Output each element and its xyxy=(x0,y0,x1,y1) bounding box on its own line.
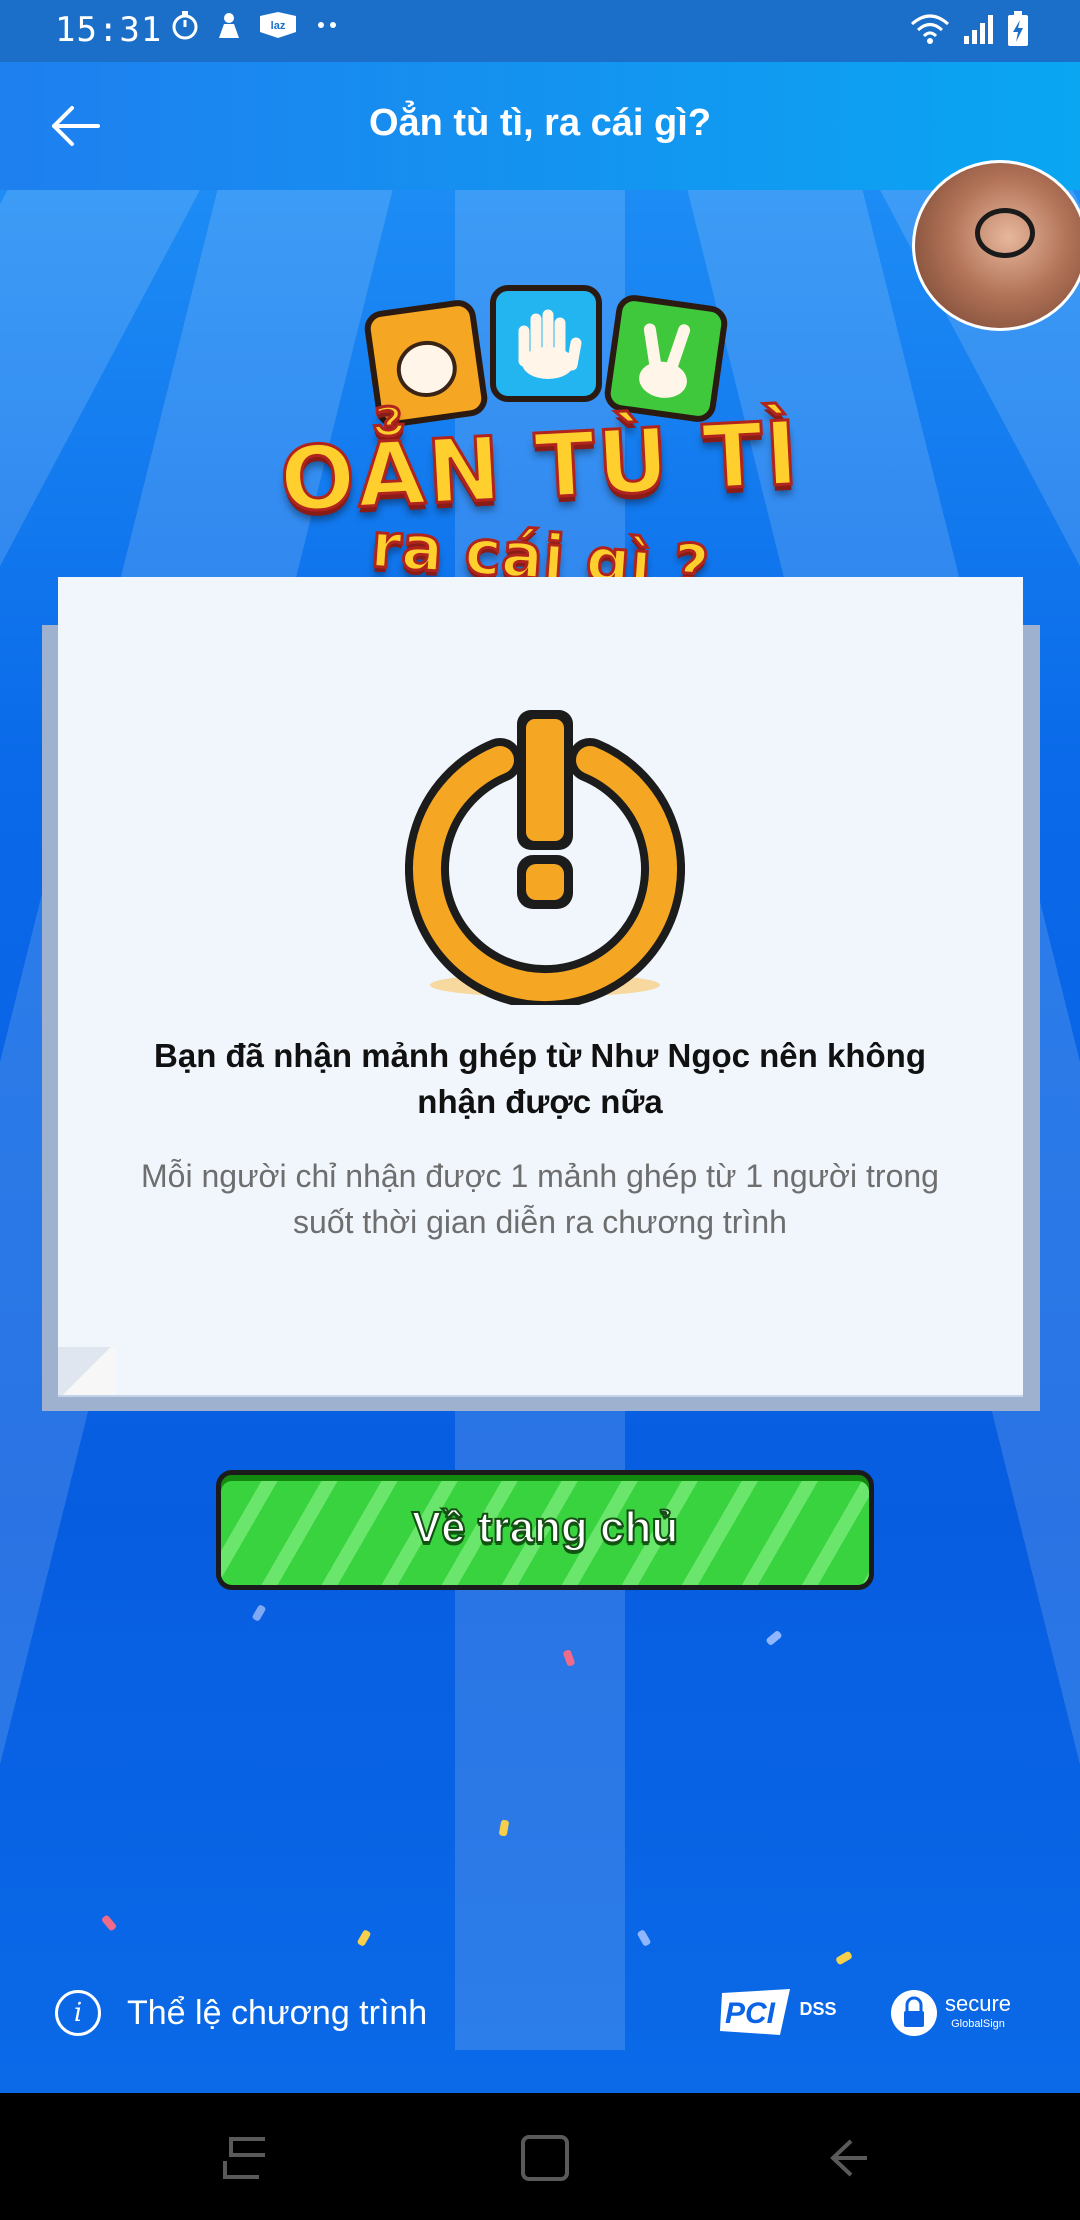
app-header: Oẳn tù tì, ra cái gì? xyxy=(0,62,1080,190)
back-nav-icon[interactable] xyxy=(815,2133,875,2183)
wifi-icon xyxy=(911,14,949,44)
warning-power-icon xyxy=(405,710,685,1005)
paper-tile-icon xyxy=(490,285,602,402)
pci-dss-logo: PCI DSS xyxy=(720,1989,837,2035)
page-title: Oẳn tù tì, ra cái gì? xyxy=(368,102,712,144)
home-button-label: Về trang chủ xyxy=(411,1502,680,1553)
svg-text:DSS: DSS xyxy=(799,1999,836,2019)
svg-text:GlobalSign: GlobalSign xyxy=(951,2018,1005,2030)
lazada-icon: laz xyxy=(260,12,296,38)
svg-text:secure: secure xyxy=(945,1991,1011,2016)
rock-tile-icon xyxy=(362,297,490,430)
dialog-title: Bạn đã nhận mảnh ghép từ Như Ngọc nên kh… xyxy=(154,1037,926,1120)
avatar[interactable] xyxy=(912,160,1080,331)
svg-text:laz: laz xyxy=(271,20,286,32)
signal-icon xyxy=(964,15,993,44)
notification-icon xyxy=(219,13,239,38)
more-dots-icon xyxy=(318,22,336,28)
globalsign-secure-logo: secure GlobalSign xyxy=(891,1990,1011,2036)
game-logo: OẲN TÙ TÌ ra cái gì ? xyxy=(270,285,810,615)
recent-apps-icon[interactable] xyxy=(215,2133,275,2183)
status-right-icons xyxy=(910,10,1030,48)
rules-label: Thể lệ chương trình xyxy=(127,1993,428,2032)
system-nav-bar xyxy=(0,2093,1080,2220)
paper-curl xyxy=(58,1347,116,1395)
rules-link[interactable]: i Thể lệ chương trình xyxy=(55,1990,427,2036)
battery-charging-icon xyxy=(1008,11,1028,46)
timer-icon xyxy=(172,11,198,40)
avatar-glasses xyxy=(975,208,1035,258)
info-icon: i xyxy=(55,1990,101,2036)
dialog-message: Mỗi người chỉ nhận được 1 mảnh ghép từ 1… xyxy=(141,1158,939,1240)
scissors-tile-icon xyxy=(602,292,730,425)
home-button[interactable]: Về trang chủ xyxy=(216,1470,874,1590)
status-time: 15:31 xyxy=(55,10,163,50)
home-nav-icon[interactable] xyxy=(515,2131,575,2185)
svg-text:PCI: PCI xyxy=(725,1997,776,2030)
status-left-icons: laz xyxy=(170,10,342,40)
status-bar: 15:31 laz xyxy=(0,0,1080,62)
